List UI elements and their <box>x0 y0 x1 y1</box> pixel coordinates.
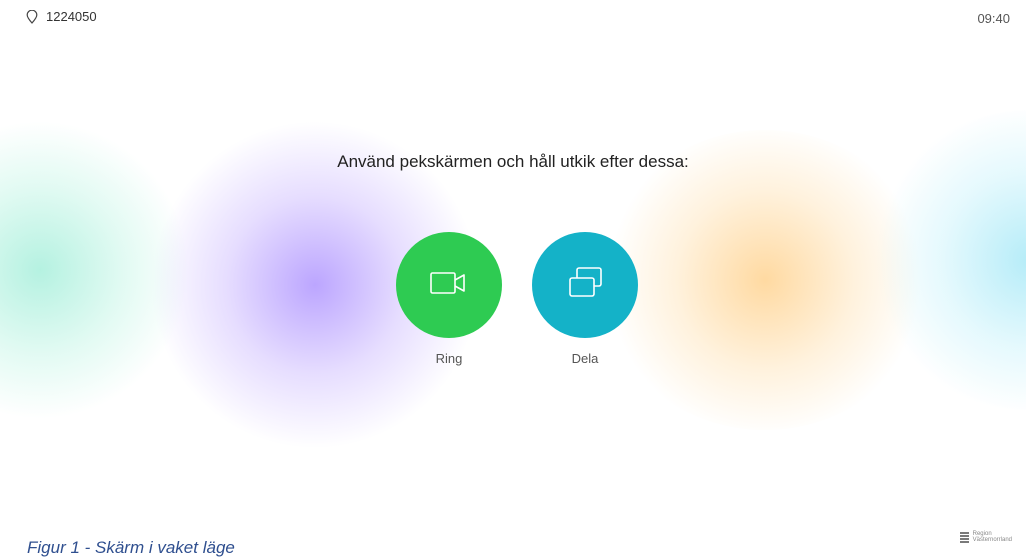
figure-caption: Figur 1 - Skärm i vaket läge <box>27 538 235 557</box>
call-label: Ring <box>435 351 463 366</box>
clock: 09:40 <box>977 11 1010 26</box>
share-screen-icon <box>565 263 605 308</box>
touch-panel-screen: 1224050 09:40 Använd pekskärmen och håll… <box>0 0 1026 557</box>
region-logo: Region Västernorrland <box>959 531 1012 543</box>
device-id-area: 1224050 <box>26 9 97 24</box>
instruction-text: Använd pekskärmen och håll utkik efter d… <box>337 152 689 171</box>
call-action[interactable]: Ring <box>396 232 502 366</box>
device-id: 1224050 <box>46 9 97 24</box>
video-camera-icon <box>429 269 469 302</box>
background-orange-glow <box>600 130 930 430</box>
call-button[interactable] <box>396 232 502 338</box>
share-label: Dela <box>571 351 599 366</box>
region-logo-line2: Västernorrland <box>972 537 1012 543</box>
region-logo-mark <box>959 531 969 543</box>
map-pin-icon <box>26 9 38 24</box>
share-button[interactable] <box>532 232 638 338</box>
share-action[interactable]: Dela <box>532 232 638 366</box>
